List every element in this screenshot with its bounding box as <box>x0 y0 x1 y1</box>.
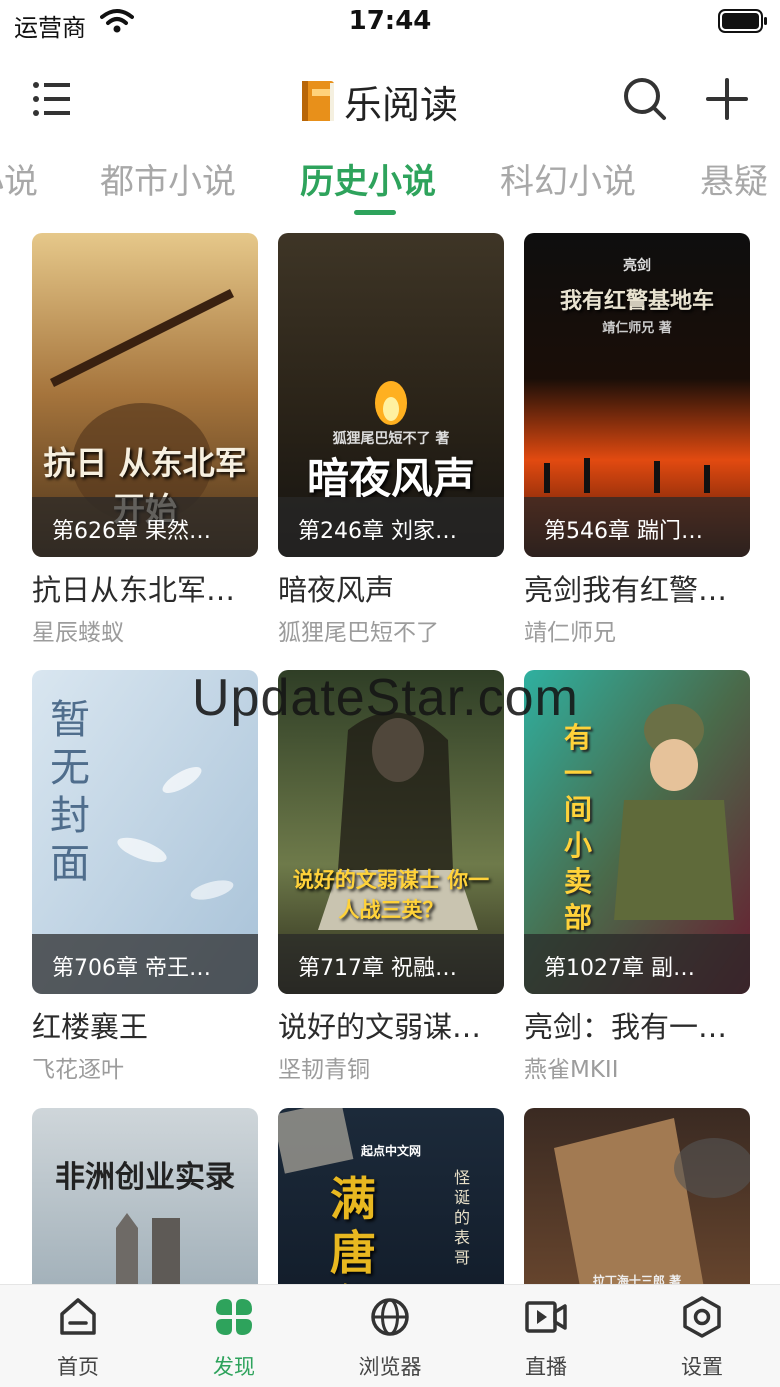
tab-scifi[interactable]: 科幻小说 <box>500 154 636 203</box>
latest-chapter: 第1027章 副… <box>524 934 750 994</box>
status-bar: 运营商 17:44 <box>0 0 780 44</box>
nav-live[interactable]: 直播 <box>486 1295 606 1385</box>
cover-author-line: 靖仁师兄 著 <box>602 321 672 336</box>
cover-title: 我有红警基地车 <box>559 289 714 314</box>
app-header: 乐阅读 <box>0 60 780 140</box>
nav-live-label: 直播 <box>525 1355 567 1379</box>
tab-history[interactable]: 历史小说 <box>300 154 436 203</box>
search-icon[interactable] <box>618 72 672 126</box>
book-cover: 有一间小卖部 第1027章 副… <box>524 670 750 994</box>
book-card[interactable]: 抗日 从东北军开始 第626章 果然… 抗日从东北军… 星辰蝼蚁 <box>32 233 258 647</box>
app-title-text: 乐阅读 <box>344 82 459 127</box>
latest-chapter: 第246章 刘家… <box>278 497 504 557</box>
tab-novel[interactable]: 小说 <box>0 154 38 203</box>
book-author: 燕雀MKII <box>524 1057 619 1083</box>
globe-icon <box>371 1298 409 1336</box>
book-author: 坚韧青铜 <box>278 1057 370 1083</box>
book-card[interactable]: 狐狸尾巴短不了 著 暗夜风声 第246章 刘家… 暗夜风声 狐狸尾巴短不了 <box>278 233 504 647</box>
book-title: 亮剑我有红警… <box>524 573 728 607</box>
cover-badge: 起点中文网 <box>360 1144 421 1158</box>
latest-chapter: 第546章 踹门… <box>524 497 750 557</box>
active-tab-indicator <box>354 210 396 215</box>
category-tabs: 小说 都市小说 历史小说 科幻小说 悬疑 <box>0 146 780 226</box>
cover-title: 有一间小卖部 <box>564 721 593 934</box>
nav-settings-label: 设置 <box>681 1355 723 1379</box>
app-title: 乐阅读 <box>300 76 459 127</box>
cover-badge: 亮剑 <box>623 258 651 274</box>
book-cover: 亮剑 我有红警基地车 靖仁师兄 著 第546章 踹门… <box>524 233 750 557</box>
cover-author-line: 怪诞的表哥 <box>454 1168 471 1267</box>
book-author: 靖仁师兄 <box>524 620 616 646</box>
latest-chapter: 第717章 祝融… <box>278 934 504 994</box>
book-title: 暗夜风声 <box>278 573 395 607</box>
book-card[interactable]: 说好的文弱谋士 你一人战三英？ 第717章 祝融… 说好的文弱谋… 坚韧青铜 <box>278 670 504 1084</box>
book-card[interactable]: 暂无封面 第706章 帝王… 红楼襄王 飞花逐叶 <box>32 670 258 1084</box>
battery-icon <box>718 9 767 33</box>
settings-icon <box>683 1296 721 1338</box>
cover-title: 说好的文弱谋士 你一人战三英？ <box>292 868 490 922</box>
book-author: 狐狸尾巴短不了 <box>278 620 439 646</box>
cover-title: 非洲创业实录 <box>55 1160 235 1195</box>
book-cover: 狐狸尾巴短不了 著 暗夜风声 第246章 刘家… <box>278 233 504 557</box>
book-title: 抗日从东北军… <box>32 573 236 607</box>
video-icon <box>525 1301 567 1333</box>
book-title: 亮剑：我有一… <box>524 1010 728 1044</box>
book-icon <box>302 81 334 121</box>
book-title: 说好的文弱谋… <box>278 1010 482 1044</box>
clover-icon <box>216 1299 252 1335</box>
book-cover: 暂无封面 第706章 帝王… <box>32 670 258 994</box>
book-author: 飞花逐叶 <box>32 1057 124 1083</box>
bottom-nav: 首页 发现 浏览器 直播 设置 <box>0 1284 780 1387</box>
nav-browser[interactable]: 浏览器 <box>330 1295 450 1385</box>
book-cover: 抗日 从东北军开始 第626章 果然… <box>32 233 258 557</box>
nav-browser-label: 浏览器 <box>358 1355 422 1379</box>
nav-discover[interactable]: 发现 <box>174 1295 294 1385</box>
book-card[interactable]: 亮剑 我有红警基地车 靖仁师兄 著 第546章 踹门… 亮剑我有红警… 靖仁师兄 <box>524 233 750 647</box>
home-icon <box>60 1298 96 1335</box>
book-title: 红楼襄王 <box>32 1010 149 1044</box>
book-card[interactable]: 有一间小卖部 第1027章 副… 亮剑：我有一… 燕雀MKII <box>524 670 750 1084</box>
clock: 17:44 <box>348 6 432 36</box>
latest-chapter: 第626章 果然… <box>32 497 258 557</box>
book-author: 星辰蝼蚁 <box>32 620 124 646</box>
nav-home-label: 首页 <box>57 1355 99 1379</box>
tab-urban[interactable]: 都市小说 <box>100 154 236 203</box>
nav-home[interactable]: 首页 <box>18 1295 138 1385</box>
plus-icon[interactable] <box>700 72 754 126</box>
book-cover: 说好的文弱谋士 你一人战三英？ 第717章 祝融… <box>278 670 504 994</box>
tab-suspense[interactable]: 悬疑 <box>700 154 768 203</box>
nav-settings[interactable]: 设置 <box>642 1295 762 1385</box>
latest-chapter: 第706章 帝王… <box>32 934 258 994</box>
cover-title: 暂无封面 <box>50 697 90 887</box>
nav-discover-label: 发现 <box>213 1355 255 1379</box>
menu-icon[interactable] <box>26 76 78 122</box>
